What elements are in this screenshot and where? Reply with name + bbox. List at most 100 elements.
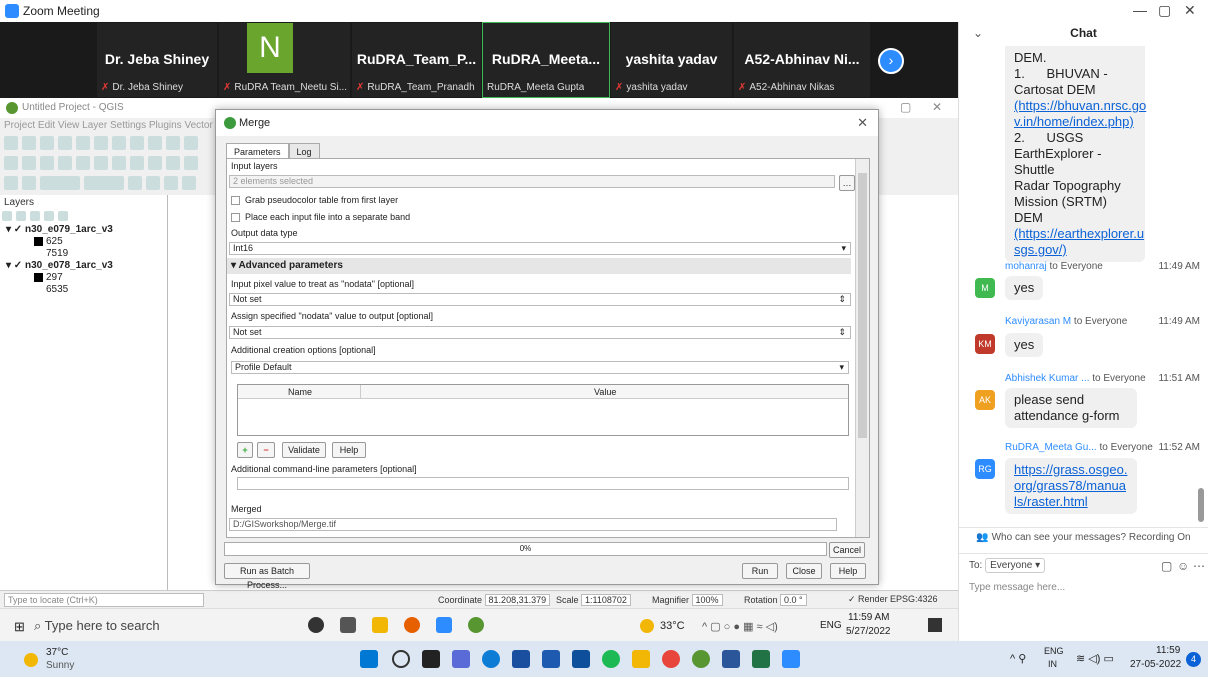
weather-desc[interactable]: Sunny [46, 660, 74, 671]
tray-icons[interactable]: ^ ⚲ [1010, 652, 1026, 665]
qgis-icon[interactable] [692, 650, 710, 668]
add-row-button[interactable]: + [237, 442, 253, 458]
restore-icon[interactable]: ▢ [1158, 2, 1171, 19]
help-small-button[interactable]: Help [332, 442, 366, 458]
store-icon[interactable] [512, 650, 530, 668]
participant-tile[interactable]: Dr. Jeba Shiney ✗ Dr. Jeba Shiney [96, 22, 218, 98]
network-sound-battery-icons[interactable]: ≋ ◁) ▭ [1076, 652, 1114, 665]
clock-date[interactable]: 27-05-2022 [1130, 659, 1181, 670]
spin-icon[interactable]: ⇕ [838, 294, 846, 305]
participant-tile[interactable]: RuDRA_Team_P... ✗ RuDRA_Team_Pranadh [351, 22, 482, 98]
chat-notice[interactable]: 👥 Who can see your messages? Recording O… [959, 532, 1208, 543]
batch-process-button[interactable]: Run as Batch Process... [224, 563, 310, 590]
sender-name[interactable]: mohanraj [1005, 261, 1047, 272]
region-indicator[interactable]: IN [1048, 659, 1057, 669]
clock-date[interactable]: 5/27/2022 [846, 626, 891, 637]
creation-options-table[interactable]: Name Value [237, 384, 849, 436]
qgis-toolbar-1[interactable] [4, 136, 202, 156]
message-link[interactable]: (https://bhuvan.nrsc.go [1014, 98, 1146, 114]
profile-select[interactable]: Profile Default ▾ [231, 361, 849, 374]
input-layers-field[interactable]: 2 elements selected [229, 175, 835, 188]
grab-pseudocolor-option[interactable]: Grab pseudocolor table from first layer [231, 195, 398, 206]
chat-app-icon[interactable] [452, 650, 470, 668]
spin-icon[interactable]: ⇕ [838, 327, 846, 338]
sender-name[interactable]: Kaviyarasan M [1005, 316, 1071, 327]
merged-output-field[interactable]: D:/GISworkshop/Merge.tif [229, 518, 837, 531]
remove-row-button[interactable]: − [257, 442, 275, 458]
taskbar-search[interactable]: ⌕ Type here to search [34, 614, 274, 638]
rotation-field[interactable]: 0.0 ° [780, 594, 807, 606]
cortana-icon[interactable] [308, 617, 324, 633]
help-button[interactable]: Help [830, 563, 866, 579]
qgis-toolbar-2[interactable] [4, 156, 202, 176]
zoom-icon[interactable] [782, 650, 800, 668]
word-icon[interactable] [722, 650, 740, 668]
input-layers-browse-button[interactable]: … [839, 175, 855, 191]
weather-temp[interactable]: 37°C [46, 647, 68, 658]
weather-text[interactable]: 33°C [660, 620, 685, 632]
nodata-output-field[interactable]: Not set ⇕ [229, 326, 851, 339]
qgis-icon[interactable] [468, 617, 484, 633]
close-button[interactable]: Close [786, 563, 822, 579]
message-link[interactable]: sgs.gov/) [1014, 242, 1136, 258]
next-page-icon[interactable]: › [878, 48, 904, 74]
windows-start-icon[interactable] [360, 650, 378, 668]
file-explorer-icon[interactable] [632, 650, 650, 668]
file-explorer-icon[interactable] [372, 617, 388, 633]
language-indicator[interactable]: ENG [1044, 646, 1064, 656]
app-icon[interactable] [572, 650, 590, 668]
participant-tile[interactable]: yashita yadav ✗ yashita yadav [610, 22, 733, 98]
scale-field[interactable]: 1:1108702 [581, 594, 631, 606]
emoji-icon[interactable]: ☺ [1177, 559, 1189, 573]
mail-icon[interactable] [542, 650, 560, 668]
qgis-toolbar-3[interactable] [4, 176, 200, 196]
separate-band-checkbox[interactable] [231, 213, 240, 223]
nodata-input-field[interactable]: Not set ⇕ [229, 293, 851, 306]
more-icon[interactable]: ⋯ [1193, 559, 1205, 573]
render-toggle[interactable]: ✓ Render [848, 594, 888, 605]
task-view-icon[interactable] [422, 650, 440, 668]
system-tray-icons[interactable]: ^ ▢ ○ ● ▦ ≈ ◁) [702, 620, 778, 633]
run-button[interactable]: Run [742, 563, 778, 579]
cmdline-field[interactable] [237, 477, 849, 490]
spotify-icon[interactable] [602, 650, 620, 668]
locate-search-input[interactable]: Type to locate (Ctrl+K) [4, 593, 204, 607]
form-scrollbar[interactable] [855, 159, 869, 537]
qgis-close-icon[interactable]: ✕ [932, 100, 942, 114]
advanced-parameters-header[interactable]: ▾ Advanced parameters [227, 258, 851, 274]
language-indicator[interactable]: ENG [820, 620, 842, 631]
participant-tile[interactable]: A52-Abhinav Ni... ✗ A52-Abhinav Nikas [733, 22, 871, 98]
notification-badge[interactable]: 4 [1186, 652, 1201, 667]
windows-start-icon[interactable]: ⊞ [14, 619, 25, 635]
scrollbar-thumb[interactable] [858, 173, 867, 438]
magnifier-field[interactable]: 100% [691, 594, 723, 606]
chevron-down-icon[interactable]: ⌄ [973, 22, 983, 44]
close-icon[interactable]: ✕ [1184, 2, 1196, 19]
chat-scrollbar[interactable] [1198, 488, 1204, 522]
validate-button[interactable]: Validate [282, 442, 326, 458]
chat-message-input[interactable]: Type message here... [969, 582, 1065, 593]
edge-icon[interactable] [482, 650, 500, 668]
zoom-icon[interactable] [436, 617, 452, 633]
separate-band-option[interactable]: Place each input file into a separate ba… [231, 212, 410, 223]
layer-item[interactable]: ▾ ✓ n30_e079_1arc_v3 [0, 224, 167, 236]
coordinate-field[interactable]: 81.208,31.379 [484, 594, 551, 606]
search-icon[interactable] [392, 650, 410, 668]
clock-time[interactable]: 11:59 [1156, 645, 1180, 656]
participant-tile[interactable]: N ✗ RuDRA Team_Neetu Si... [218, 22, 351, 98]
message-link[interactable]: v.in/home/index.php) [1014, 114, 1136, 130]
qgis-menu-bar[interactable]: Project Edit View Layer Settings Plugins… [4, 120, 213, 131]
qgis-restore-icon[interactable]: ▢ [900, 100, 911, 114]
excel-icon[interactable] [752, 650, 770, 668]
chrome-icon[interactable] [662, 650, 680, 668]
sender-name[interactable]: RuDRA_Meeta Gu... [1005, 442, 1097, 453]
sender-name[interactable]: Abhishek Kumar ... [1005, 373, 1089, 384]
output-type-select[interactable]: Int16 ▾ [229, 242, 851, 255]
crs-button[interactable]: EPSG:4326 [890, 594, 938, 604]
recipient-select[interactable]: Everyone ▾ [985, 558, 1046, 573]
close-icon[interactable]: ✕ [857, 115, 868, 131]
chat-message-link[interactable]: https://grass.osgeo.org/grass78/manuals/… [1005, 458, 1137, 514]
grab-pseudocolor-checkbox[interactable] [231, 196, 240, 206]
file-icon[interactable]: ▢ [1161, 559, 1172, 573]
message-link[interactable]: (https://earthexplorer.u [1014, 226, 1144, 242]
